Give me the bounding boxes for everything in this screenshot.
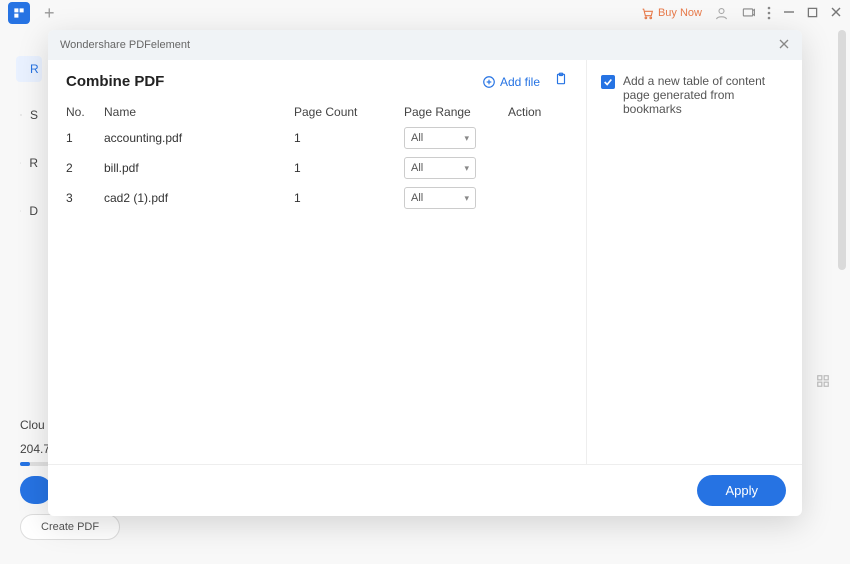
minimize-button[interactable]	[783, 6, 795, 21]
buy-now-label: Buy Now	[658, 7, 702, 19]
sidebar-label: S	[30, 108, 38, 122]
app-toolbar: + Buy Now	[0, 0, 850, 26]
cell-no: 3	[66, 191, 104, 205]
cloud-icon	[20, 204, 21, 218]
cell-name: bill.pdf	[104, 161, 294, 175]
buy-now-link[interactable]: Buy Now	[641, 7, 702, 20]
toc-option-row[interactable]: Add a new table of content page generate…	[601, 74, 788, 116]
select-value: All	[411, 132, 423, 144]
user-icon[interactable]	[714, 6, 729, 21]
cell-page-count: 1	[294, 191, 404, 205]
cell-no: 1	[66, 131, 104, 145]
apply-button[interactable]: Apply	[697, 475, 786, 506]
chevron-down-icon: ▾	[464, 133, 469, 144]
col-action: Action	[508, 105, 568, 119]
folder-icon	[20, 156, 21, 170]
star-icon	[20, 108, 22, 122]
check-icon	[603, 77, 613, 87]
col-page-count: Page Count	[294, 105, 404, 119]
table-row: 2 bill.pdf 1 All ▾	[66, 157, 568, 179]
new-tab-button[interactable]: +	[40, 3, 59, 24]
cell-page-count: 1	[294, 131, 404, 145]
sidebar-label: R	[30, 62, 39, 76]
add-file-button[interactable]: Add file	[482, 75, 540, 89]
notification-icon[interactable]	[741, 6, 755, 20]
select-value: All	[411, 192, 423, 204]
select-value: All	[411, 162, 423, 174]
sidebar-label: R	[29, 156, 38, 170]
dialog-footer: Apply	[48, 464, 802, 516]
col-name: Name	[104, 105, 294, 119]
cell-name: cad2 (1).pdf	[104, 191, 294, 205]
chevron-down-icon: ▾	[464, 163, 469, 174]
col-page-range: Page Range	[404, 105, 508, 119]
sidebar-label: D	[29, 204, 38, 218]
table-row: 3 cad2 (1).pdf 1 All ▾	[66, 187, 568, 209]
sidebar-item-recent[interactable]: R	[16, 56, 42, 82]
page-title: Combine PDF	[66, 73, 164, 90]
sidebar-item-starred[interactable]: S	[16, 100, 42, 130]
kebab-menu-icon[interactable]	[767, 6, 771, 20]
maximize-button[interactable]	[807, 6, 818, 21]
main-scrollbar[interactable]	[838, 30, 846, 270]
page-range-select[interactable]: All ▾	[404, 157, 476, 179]
chevron-down-icon: ▾	[464, 193, 469, 204]
col-no: No.	[66, 105, 104, 119]
checkbox-checked[interactable]	[601, 75, 615, 89]
grid-view-icon[interactable]	[816, 374, 830, 391]
cell-page-count: 1	[294, 161, 404, 175]
sidebar-item-cloud[interactable]: D	[16, 196, 42, 226]
create-pdf-button[interactable]: Create PDF	[20, 514, 120, 540]
cell-no: 2	[66, 161, 104, 175]
page-range-select[interactable]: All ▾	[404, 187, 476, 209]
cell-name: accounting.pdf	[104, 131, 294, 145]
app-logo	[8, 2, 30, 24]
table-header: No. Name Page Count Page Range Action	[66, 105, 568, 119]
sidebar-item-folder[interactable]: R	[16, 148, 42, 178]
combine-pdf-dialog: Wondershare PDFelement Combine PDF Add f…	[48, 30, 802, 516]
cart-icon	[641, 7, 654, 20]
dialog-title-text: Wondershare PDFelement	[60, 39, 190, 51]
clipboard-icon[interactable]	[554, 72, 568, 91]
combine-main-pane: Combine PDF Add file No. Name Page Count…	[48, 60, 586, 464]
close-window-button[interactable]	[830, 6, 842, 21]
create-pdf-label: Create PDF	[41, 521, 99, 533]
add-file-label: Add file	[500, 75, 540, 89]
table-row: 1 accounting.pdf 1 All ▾	[66, 127, 568, 149]
toc-option-label: Add a new table of content page generate…	[623, 74, 788, 116]
plus-circle-icon	[482, 75, 496, 89]
page-range-select[interactable]: All ▾	[404, 127, 476, 149]
dialog-titlebar: Wondershare PDFelement	[48, 30, 802, 60]
options-pane: Add a new table of content page generate…	[586, 60, 802, 464]
close-icon[interactable]	[778, 37, 790, 53]
